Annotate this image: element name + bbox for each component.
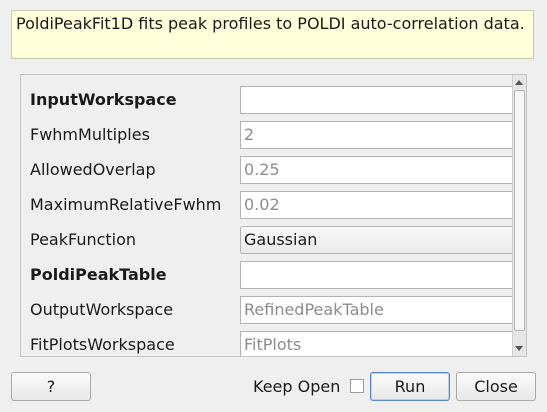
property-row-fwhm-multiples: FwhmMultiples 2	[21, 117, 515, 152]
scrollbar-thumb[interactable]	[514, 90, 525, 331]
vertical-scrollbar[interactable]	[512, 75, 526, 356]
keep-open-checkbox[interactable]	[350, 379, 364, 393]
property-row-maximum-relative-fwhm: MaximumRelativeFwhm 0.02	[21, 187, 515, 222]
property-label: AllowedOverlap	[30, 160, 156, 179]
property-label: FwhmMultiples	[30, 125, 150, 144]
property-label: FitPlotsWorkspace	[30, 335, 175, 354]
property-label: PeakFunction	[30, 230, 137, 249]
help-button[interactable]: ?	[11, 372, 91, 401]
property-label: InputWorkspace	[30, 90, 177, 109]
property-row-poldi-peak-table: PoldiPeakTable	[21, 257, 515, 292]
close-button[interactable]: Close	[456, 372, 536, 401]
scroll-up-arrow-icon[interactable]	[515, 80, 523, 85]
scroll-down-arrow-icon[interactable]	[515, 346, 523, 351]
property-row-fit-plots-workspace: FitPlotsWorkspace FitPlots	[21, 327, 515, 356]
fwhm-multiples-field[interactable]: 2	[240, 121, 515, 149]
property-row-output-workspace: OutputWorkspace RefinedPeakTable	[21, 292, 515, 327]
property-row-allowed-overlap: AllowedOverlap 0.25	[21, 152, 515, 187]
property-row-peak-function: PeakFunction Gaussian	[21, 222, 515, 257]
allowed-overlap-field[interactable]: 0.25	[240, 156, 515, 184]
property-label: OutputWorkspace	[30, 300, 174, 319]
algorithm-description: PoldiPeakFit1D fits peak profiles to POL…	[11, 10, 534, 59]
poldi-peak-table-field[interactable]	[240, 261, 515, 289]
run-button[interactable]: Run	[370, 372, 450, 401]
property-label: PoldiPeakTable	[30, 265, 167, 284]
keep-open-label: Keep Open	[253, 377, 341, 396]
peak-function-select[interactable]: Gaussian	[240, 226, 515, 254]
properties-panel: InputWorkspace FwhmMultiples 2 AllowedOv…	[20, 74, 527, 357]
output-workspace-field[interactable]: RefinedPeakTable	[240, 296, 515, 324]
input-workspace-field[interactable]	[240, 86, 515, 114]
property-row-input-workspace: InputWorkspace	[21, 82, 515, 117]
maximum-relative-fwhm-field[interactable]: 0.02	[240, 191, 515, 219]
property-label: MaximumRelativeFwhm	[30, 195, 222, 214]
fit-plots-workspace-field[interactable]: FitPlots	[240, 331, 515, 356]
